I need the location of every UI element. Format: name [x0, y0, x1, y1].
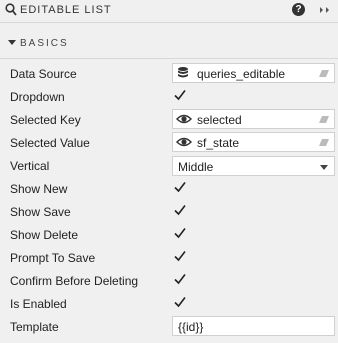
row-show-delete: Show Delete	[0, 223, 338, 246]
property-label: Show Save	[10, 205, 71, 219]
eye-icon	[176, 137, 192, 147]
vertical-value: Middle	[178, 160, 214, 174]
property-label: Vertical	[10, 159, 50, 173]
confirm-before-deleting-checkbox[interactable]	[174, 273, 186, 285]
database-icon	[178, 67, 188, 78]
row-confirm-before-deleting: Confirm Before Deleting	[0, 269, 338, 292]
row-selected-value: Selected Value sf_state	[0, 131, 338, 154]
property-label: Show Delete	[10, 228, 79, 242]
row-template: Template {{id}}	[0, 315, 338, 338]
section-divider	[0, 58, 338, 59]
search-icon[interactable]	[5, 3, 17, 17]
panel-header: EDITABLE LIST ?	[0, 0, 338, 21]
eraser-icon[interactable]	[318, 115, 330, 124]
vertical-select[interactable]: Middle	[172, 156, 335, 176]
double-chevron-right-icon[interactable]	[318, 4, 332, 16]
property-label: Selected Value	[10, 136, 90, 150]
template-value: {{id}}	[178, 320, 204, 334]
property-label: Dropdown	[10, 90, 65, 104]
is-enabled-checkbox[interactable]	[174, 296, 186, 308]
prompt-to-save-checkbox[interactable]	[174, 250, 186, 262]
row-prompt-to-save: Prompt To Save	[0, 246, 338, 269]
row-data-source: Data Source queries_editable	[0, 62, 338, 85]
property-label: Show New	[10, 182, 68, 196]
property-label: Confirm Before Deleting	[10, 274, 139, 288]
selected-value-field[interactable]: sf_state	[172, 132, 335, 152]
help-icon[interactable]: ?	[292, 3, 305, 16]
row-vertical: Vertical Middle	[0, 154, 338, 177]
eye-icon	[176, 114, 192, 124]
panel-title: EDITABLE LIST	[20, 4, 112, 16]
show-delete-checkbox[interactable]	[174, 227, 186, 239]
eraser-icon[interactable]	[318, 138, 330, 147]
row-selected-key: Selected Key selected	[0, 108, 338, 131]
row-show-new: Show New	[0, 177, 338, 200]
show-new-checkbox[interactable]	[174, 181, 186, 193]
row-dropdown: Dropdown	[0, 85, 338, 108]
chevron-down-icon	[320, 165, 328, 170]
section-basics[interactable]: BASICS	[0, 33, 338, 55]
row-show-save: Show Save	[0, 200, 338, 223]
header-divider	[0, 22, 338, 23]
eraser-icon[interactable]	[318, 69, 330, 78]
selected-value-value: sf_state	[197, 136, 240, 150]
property-label: Selected Key	[10, 113, 81, 127]
template-input[interactable]: {{id}}	[172, 316, 335, 336]
data-source-field[interactable]: queries_editable	[172, 63, 335, 83]
selected-key-value: selected	[197, 113, 242, 127]
property-label: Template	[10, 320, 59, 334]
property-label: Is Enabled	[10, 297, 67, 311]
data-source-value: queries_editable	[197, 67, 286, 81]
section-label: BASICS	[20, 38, 69, 49]
dropdown-checkbox[interactable]	[174, 89, 186, 101]
show-save-checkbox[interactable]	[174, 204, 186, 216]
property-label: Prompt To Save	[10, 251, 96, 265]
property-label: Data Source	[10, 67, 77, 81]
row-is-enabled: Is Enabled	[0, 292, 338, 315]
selected-key-field[interactable]: selected	[172, 109, 335, 129]
caret-down-icon	[8, 40, 16, 45]
properties-panel: EDITABLE LIST ? BASICS Data Source queri…	[0, 0, 338, 343]
